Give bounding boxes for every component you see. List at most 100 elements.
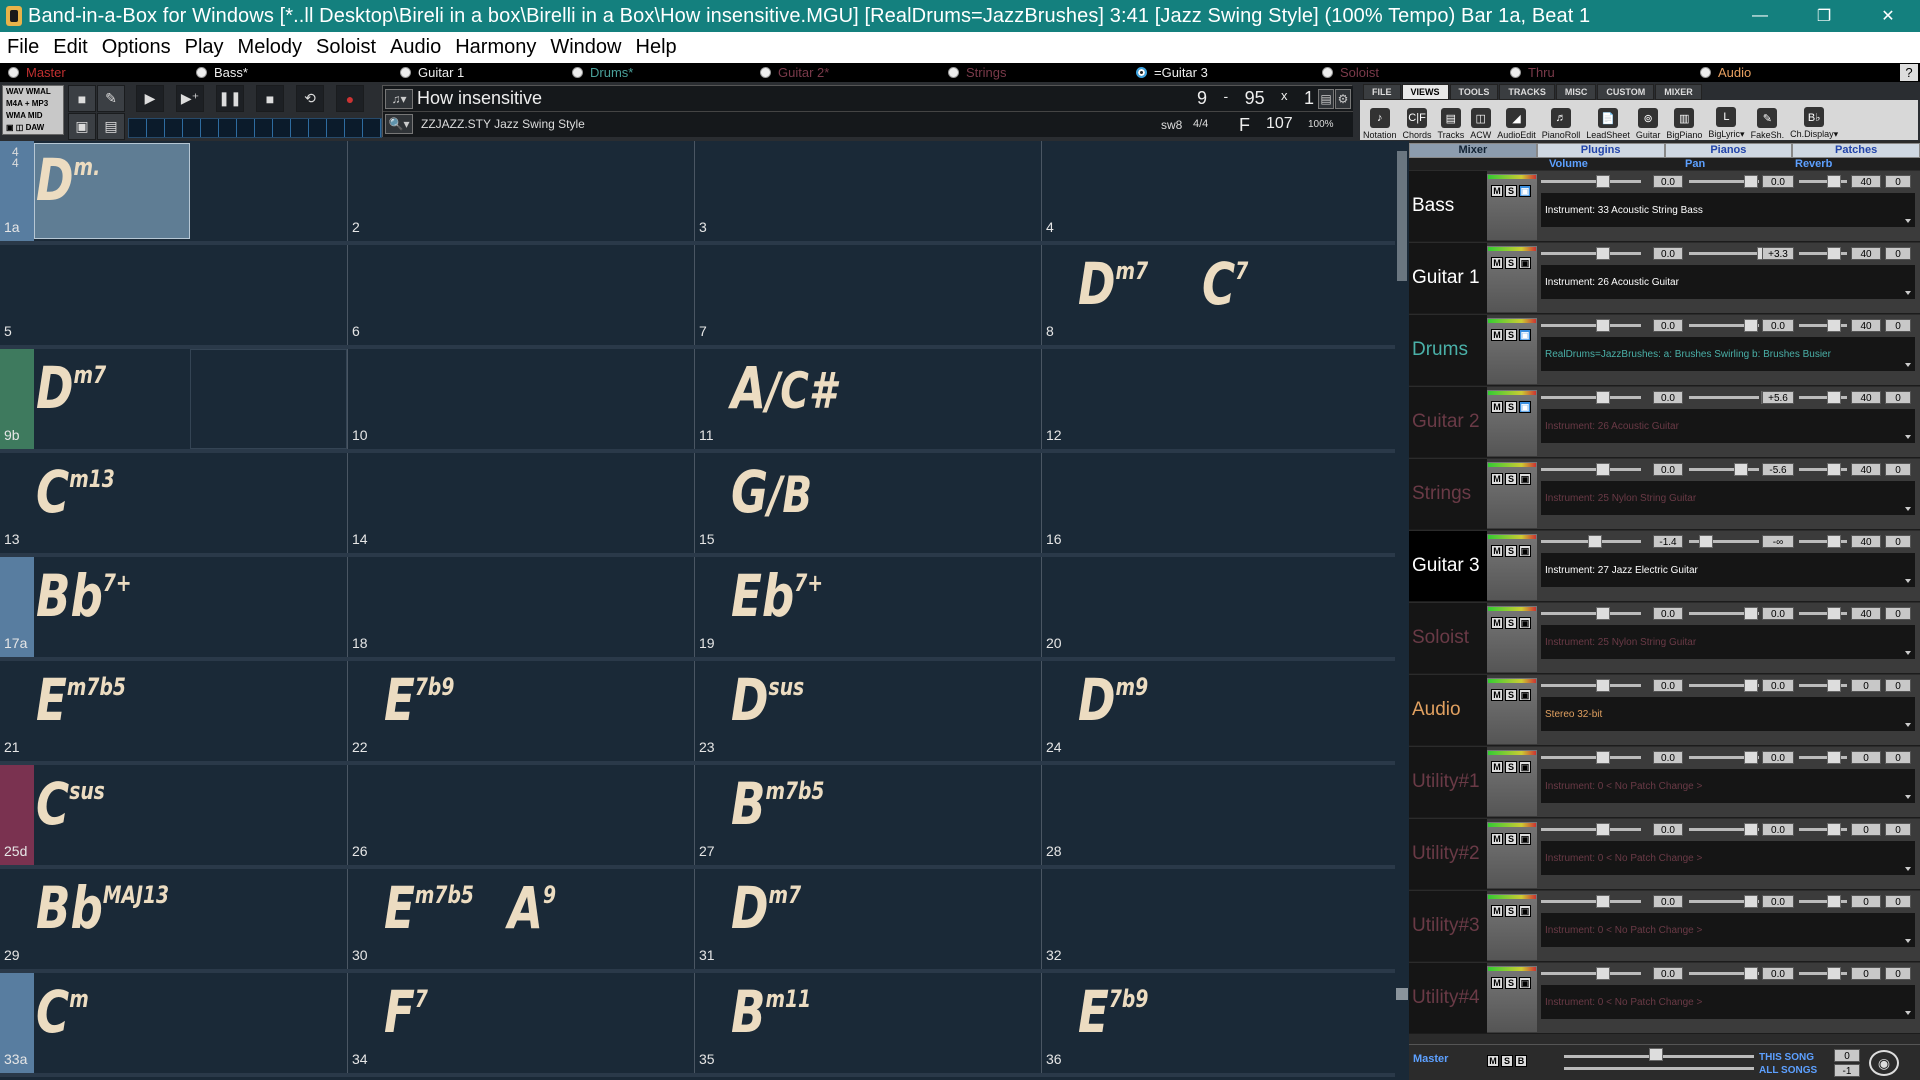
tone-value[interactable]: 0 [1885, 679, 1911, 692]
pan-value[interactable]: 0.0 [1762, 967, 1794, 980]
tab-mixer[interactable]: Mixer [1409, 143, 1537, 158]
tab-pianos[interactable]: Pianos [1664, 143, 1793, 158]
fakesh-button[interactable]: ✎ FakeSh. [1748, 100, 1788, 140]
mixer-track-name[interactable]: Guitar 2 [1409, 387, 1487, 457]
mute-button[interactable]: M [1491, 473, 1503, 485]
bar-cell[interactable]: Cm [0, 973, 347, 1073]
solo-button[interactable]: S [1505, 473, 1517, 485]
chord-symbol[interactable]: C7 [1202, 255, 1248, 313]
mixer-track-name[interactable]: Utility#4 [1409, 963, 1487, 1033]
bar-cell[interactable]: 32 [1041, 869, 1388, 969]
pan-value[interactable]: 0.0 [1762, 175, 1794, 188]
leadsheet-button[interactable]: 📄 LeadSheet [1583, 100, 1633, 140]
bar-cell[interactable]: 8 Dm7 C7 [1041, 245, 1388, 345]
mute-button[interactable]: M [1491, 833, 1503, 845]
channel-button[interactable]: ▣ [1519, 905, 1531, 917]
channel-button[interactable]: ▣ [1519, 329, 1531, 341]
reverb-value[interactable]: 40 [1851, 247, 1881, 260]
save-song-icon[interactable]: ▣ [68, 113, 96, 140]
biglyric-button[interactable]: L BigLyric▾ [1705, 100, 1747, 140]
bar-cell[interactable]: 29 BbMAJ13 [0, 869, 347, 969]
bar-cell[interactable]: 19 Eb7+ [694, 557, 1041, 657]
key-signature[interactable]: F [1239, 115, 1250, 136]
chord-sheet[interactable]: 1a 4 4 Dm. 2 3 4 5 6 7 8 Dm7 C7 9b Dm7 10 11 A/C# 12 13 Cm13… [0, 141, 1395, 1080]
tracks-button[interactable]: ▤ Tracks [1435, 100, 1468, 140]
bar-cell[interactable]: 11 A/C# [694, 349, 1041, 449]
instrument-selector[interactable]: Instrument: 0 < No Patch Change > [1541, 985, 1915, 1019]
track-guitar-2[interactable]: Guitar 2* [760, 63, 829, 82]
pan-value[interactable]: +3.3 [1762, 247, 1794, 260]
tone-value[interactable]: 0 [1885, 175, 1911, 188]
volume-slider[interactable] [1541, 252, 1641, 255]
bar-cell[interactable]: 27 Bm7b5 [694, 765, 1041, 865]
menu-soloist[interactable]: Soloist [309, 32, 383, 63]
pan-knob[interactable] [1744, 175, 1758, 188]
reverb-knob[interactable] [1827, 319, 1841, 332]
reverb-knob[interactable] [1827, 679, 1841, 692]
reverb-value[interactable]: 0 [1851, 823, 1881, 836]
tempo-percent[interactable]: 100% [1308, 119, 1334, 130]
volume-knob[interactable] [1596, 175, 1610, 188]
save-format-panel[interactable]: WAV WMAL M4A + MP3 WMA MID ▣ ◫ DAW [2, 85, 64, 135]
menu-play[interactable]: Play [178, 32, 231, 63]
chorus-count[interactable]: 1 [1300, 88, 1318, 109]
loop-icon[interactable]: ⟲ [296, 85, 324, 112]
bar-cell[interactable]: 12 [1041, 349, 1388, 449]
chord-sheet-scrollbar[interactable] [1395, 141, 1409, 1080]
track-audio[interactable]: Audio [1700, 63, 1751, 82]
instrument-selector[interactable]: Instrument: 27 Jazz Electric Guitar [1541, 553, 1915, 587]
channel-button[interactable]: ▣ [1519, 185, 1531, 197]
mute-button[interactable]: M [1491, 545, 1503, 557]
pan-knob[interactable] [1699, 535, 1713, 548]
audioedit-button[interactable]: ◢ AudioEdit [1494, 100, 1539, 140]
volume-value[interactable]: 0.0 [1653, 607, 1683, 620]
solo-button[interactable]: S [1505, 761, 1517, 773]
bar-cell[interactable]: 22 E7b9 [347, 661, 694, 761]
bar-cell[interactable]: 26 [347, 765, 694, 865]
pan-knob[interactable] [1734, 463, 1748, 476]
scroll-thumb[interactable] [1397, 151, 1407, 281]
track-radio-icon[interactable] [8, 67, 19, 78]
bar-cell[interactable]: 21 Em7b5 [0, 661, 347, 761]
style-name[interactable]: ZZJAZZ.STY Jazz Swing Style [421, 117, 585, 131]
bar-cell[interactable]: 31 Dm7 [694, 869, 1041, 969]
memo-icon[interactable]: ▤ [1318, 89, 1334, 109]
master-value-1[interactable]: 0 [1834, 1049, 1860, 1062]
tone-value[interactable]: 0 [1885, 319, 1911, 332]
reverb-value[interactable]: 40 [1851, 607, 1881, 620]
open-song-icon[interactable]: ■ [68, 85, 96, 112]
pan-value[interactable]: 0.0 [1762, 319, 1794, 332]
mixer-track-name[interactable]: Utility#3 [1409, 891, 1487, 961]
volume-slider[interactable] [1541, 828, 1641, 831]
save-as-icon[interactable]: ▤ [97, 113, 125, 140]
menu-melody[interactable]: Melody [231, 32, 309, 63]
channel-button[interactable]: ▣ [1519, 689, 1531, 701]
track-radio-icon[interactable] [196, 67, 207, 78]
tone-value[interactable]: 0 [1885, 895, 1911, 908]
mixer-track-name[interactable]: Guitar 1 [1409, 243, 1487, 313]
reverb-knob[interactable] [1827, 175, 1841, 188]
toolbar-tab-file[interactable]: FILE [1363, 84, 1401, 100]
play-icon[interactable]: ▶ [136, 85, 164, 112]
chord-symbol[interactable]: G/B [731, 463, 812, 524]
mute-solo-buttons[interactable]: M S ▣ [1491, 473, 1533, 485]
instrument-selector[interactable]: Instrument: 0 < No Patch Change > [1541, 913, 1915, 947]
feel[interactable]: sw8 [1161, 118, 1182, 132]
volume-knob[interactable] [1596, 391, 1610, 404]
mute-solo-buttons[interactable]: M S ▣ [1491, 833, 1533, 845]
mixer-track-name[interactable]: Utility#1 [1409, 747, 1487, 817]
track-radio-icon[interactable] [1510, 67, 1521, 78]
toolbar-tab-tools[interactable]: TOOLS [1449, 84, 1499, 100]
toolbar-tab-mixer[interactable]: MIXER [1655, 84, 1702, 100]
tempo-value[interactable]: 107 [1266, 115, 1293, 133]
bar-cell[interactable]: 10 [347, 349, 694, 449]
bar-cell[interactable]: Bb7+ [0, 557, 347, 657]
mute-button[interactable]: M [1491, 977, 1503, 989]
pan-value[interactable]: 0.0 [1762, 751, 1794, 764]
reverb-knob[interactable] [1827, 247, 1841, 260]
channel-button[interactable]: ▣ [1519, 761, 1531, 773]
instrument-selector[interactable]: Instrument: 0 < No Patch Change > [1541, 841, 1915, 875]
chord-symbol[interactable]: Csus [36, 775, 105, 833]
volume-knob[interactable] [1596, 247, 1610, 260]
mixer-track-name[interactable]: Strings [1409, 459, 1487, 529]
